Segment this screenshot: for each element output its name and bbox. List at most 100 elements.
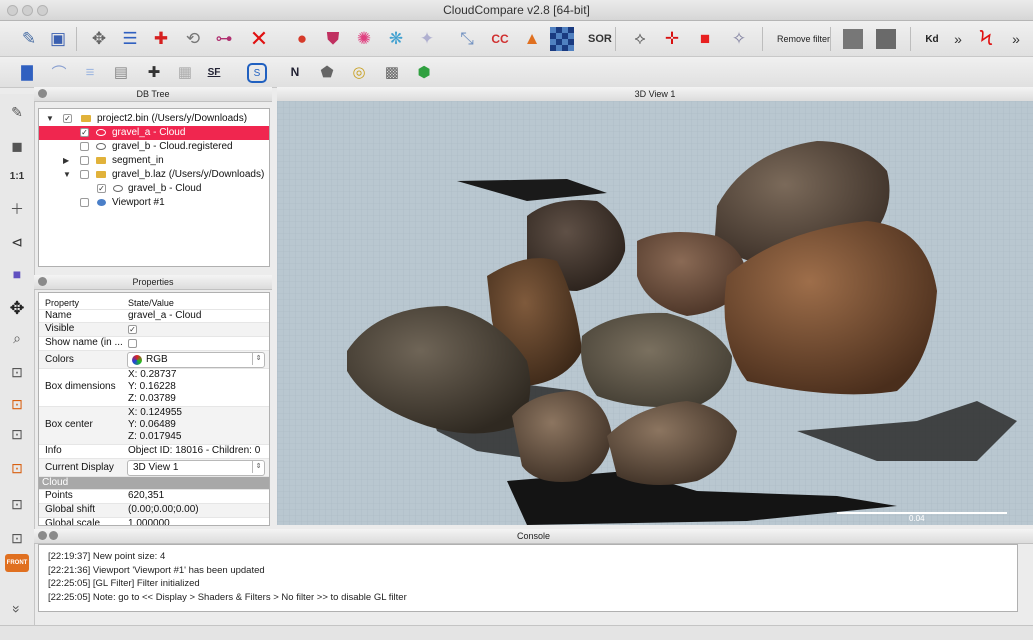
collapse-toolbar-button[interactable]: » [5, 597, 29, 621]
mesh-color-icon[interactable]: ⬢ [413, 61, 435, 83]
checkbox[interactable] [80, 142, 89, 151]
viewport-icon[interactable]: ■ [5, 262, 29, 286]
console-line: [22:19:37] New point size: 4 [48, 551, 166, 562]
expand-arrow-icon[interactable]: ▼ [46, 112, 54, 126]
crosshair-icon[interactable]: ＋ [5, 197, 29, 221]
checkbox[interactable]: ✓ [97, 184, 106, 193]
property-row-global-shift: Global shift (0.00;0.00;0.00) [39, 504, 269, 518]
smooth-icon[interactable]: ▤ [110, 61, 132, 83]
move-icon[interactable]: ✥ [5, 296, 29, 320]
view-left-icon[interactable]: ⊡ [5, 422, 29, 446]
zoom-icon[interactable]: ⌕ [5, 326, 29, 350]
compute-icon[interactable]: ❋ [384, 27, 408, 51]
view-bottom-icon[interactable]: ⊡ [5, 526, 29, 550]
view-top-icon[interactable]: ⊡ [5, 360, 29, 384]
ambient-occlusion-icon[interactable]: ⬟ [316, 61, 338, 83]
merge-icon[interactable]: ✚ [149, 27, 173, 51]
octree-icon[interactable] [550, 27, 574, 51]
tree-item-gravel-b[interactable]: ✓ gravel_b - Cloud [39, 182, 269, 196]
show-name-checkbox[interactable] [128, 339, 137, 348]
viewport-icon [97, 199, 106, 206]
add-sf-icon[interactable]: ✚ [143, 61, 165, 83]
front-view-button[interactable]: FRONT [5, 554, 29, 572]
tree-item-gravel-a[interactable]: ✓ gravel_a - Cloud [39, 126, 269, 140]
toolbar-separator [76, 27, 77, 51]
checkbox[interactable]: ✓ [63, 114, 72, 123]
property-value[interactable]: gravel_a - Cloud [128, 310, 201, 321]
expand-arrow-icon[interactable]: ▼ [63, 168, 71, 182]
point-cloud-render: 0.04 [277, 101, 1033, 525]
window-title: CloudCompare v2.8 [64-bit] [443, 3, 590, 17]
current-display-select[interactable]: 3D View 1 ⇕ [127, 460, 265, 476]
folder-icon [96, 171, 106, 178]
tree-item-gravel-b-registered[interactable]: gravel_b - Cloud.registered [39, 140, 269, 154]
open-icon[interactable]: ✎ [17, 27, 41, 51]
close-panel-icon[interactable] [38, 531, 47, 540]
subsample-icon[interactable]: ✦ [415, 27, 439, 51]
sample-points-icon[interactable]: ● [290, 27, 314, 51]
sf-arithmetic-button[interactable]: SF [203, 61, 225, 83]
translate-rotate-icon[interactable]: ⟲ [181, 27, 205, 51]
segment-icon[interactable]: ⊶ [212, 27, 236, 51]
tree-item-viewport[interactable]: Viewport #1 [39, 196, 269, 210]
filter-icon[interactable]: ⛊ [321, 27, 345, 51]
filter-by-value-icon[interactable]: ⌒ [48, 61, 70, 83]
tree-item-gravel-b-laz[interactable]: ▼ gravel_b.laz (/Users/y/Downloads) [39, 168, 269, 182]
pivot-icon[interactable]: ✎ [5, 100, 29, 124]
toolbar-overflow-button-2[interactable]: » [1004, 27, 1028, 51]
console-output[interactable]: [22:19:37] New point size: 4 [22:21:36] … [38, 544, 1018, 612]
save-icon[interactable]: ▣ [46, 27, 70, 51]
perspective-icon[interactable]: ⊲ [5, 230, 29, 254]
list-icon[interactable]: ☰ [118, 27, 142, 51]
close-panel-icon[interactable] [38, 277, 47, 286]
view-back-icon[interactable]: ⊡ [5, 456, 29, 480]
3d-view-canvas[interactable]: 0.04 [277, 101, 1033, 525]
scalar-field-icon[interactable]: ⤡ [455, 27, 479, 51]
toolbar-overflow-button[interactable]: » [946, 27, 970, 51]
checkbox[interactable]: ✓ [80, 128, 89, 137]
edl-icon[interactable] [843, 29, 863, 49]
gradient-icon[interactable]: ≡ [79, 61, 101, 83]
measure-icon[interactable]: ✧ [727, 27, 751, 51]
color-scale-icon[interactable]: CC [488, 27, 512, 51]
tree-item-project2[interactable]: ▼ ✓ project2.bin (/Users/y/Downloads) [39, 112, 269, 126]
tree-item-segment-in[interactable]: ▶ segment_in [39, 154, 269, 168]
zoom-ratio-button[interactable]: 1:1 [5, 164, 29, 188]
clone-icon[interactable]: ✥ [87, 27, 111, 51]
remove-sf-icon[interactable]: ▦ [174, 61, 196, 83]
mc-icon[interactable]: ◎ [348, 61, 370, 83]
cross-section-icon[interactable]: ✛ [660, 27, 684, 51]
sf-icon[interactable]: S [247, 63, 267, 83]
property-value: (0.00;0.00;0.00) [128, 504, 199, 515]
checkbox[interactable] [80, 156, 89, 165]
visible-checkbox[interactable]: ✓ [128, 325, 137, 334]
console-line: [22:25:05] [GL Filter] Filter initialize… [48, 578, 200, 589]
ssao-icon[interactable] [876, 29, 896, 49]
normals-icon[interactable]: ✺ [352, 27, 376, 51]
view-right-icon[interactable]: ⊡ [5, 492, 29, 516]
camera-icon[interactable]: ◼ [5, 134, 29, 158]
float-panel-icon[interactable] [49, 531, 58, 540]
point-picking-icon[interactable]: ⟡ [628, 27, 652, 51]
remove-filter-button[interactable]: Remove filter [773, 29, 834, 49]
close-panel-icon[interactable] [38, 89, 47, 98]
property-value: X: 0.124955 [128, 407, 182, 418]
checkbox[interactable] [80, 170, 89, 179]
toolbar-separator [830, 27, 831, 51]
property-value: Z: 0.03789 [128, 393, 176, 404]
compute-normals-button[interactable]: N [284, 61, 306, 83]
view-front-icon[interactable]: ⊡ [5, 392, 29, 416]
expand-arrow-icon[interactable]: ▶ [63, 154, 69, 168]
checkbox[interactable] [80, 198, 89, 207]
colors-select[interactable]: RGB ⇕ [127, 352, 265, 368]
delete-icon[interactable]: ✕ [247, 26, 271, 51]
mesh-icon[interactable]: ▲ [520, 27, 544, 51]
rasterize-icon[interactable]: ▩ [381, 61, 403, 83]
sor-filter-button[interactable]: SOR [584, 29, 616, 49]
kd-tree-button[interactable]: Kd [920, 27, 944, 51]
plugin-icon[interactable]: Ϟ [974, 27, 998, 51]
property-key: Name [45, 310, 72, 321]
secondary-toolbar: ▇ ⌒ ≡ ▤ ✚ ▦ SF S N ⬟ ◎ ▩ ⬢ [0, 57, 1033, 88]
histogram-icon[interactable]: ▇ [16, 61, 38, 83]
box-clip-icon[interactable]: ■ [693, 27, 717, 51]
